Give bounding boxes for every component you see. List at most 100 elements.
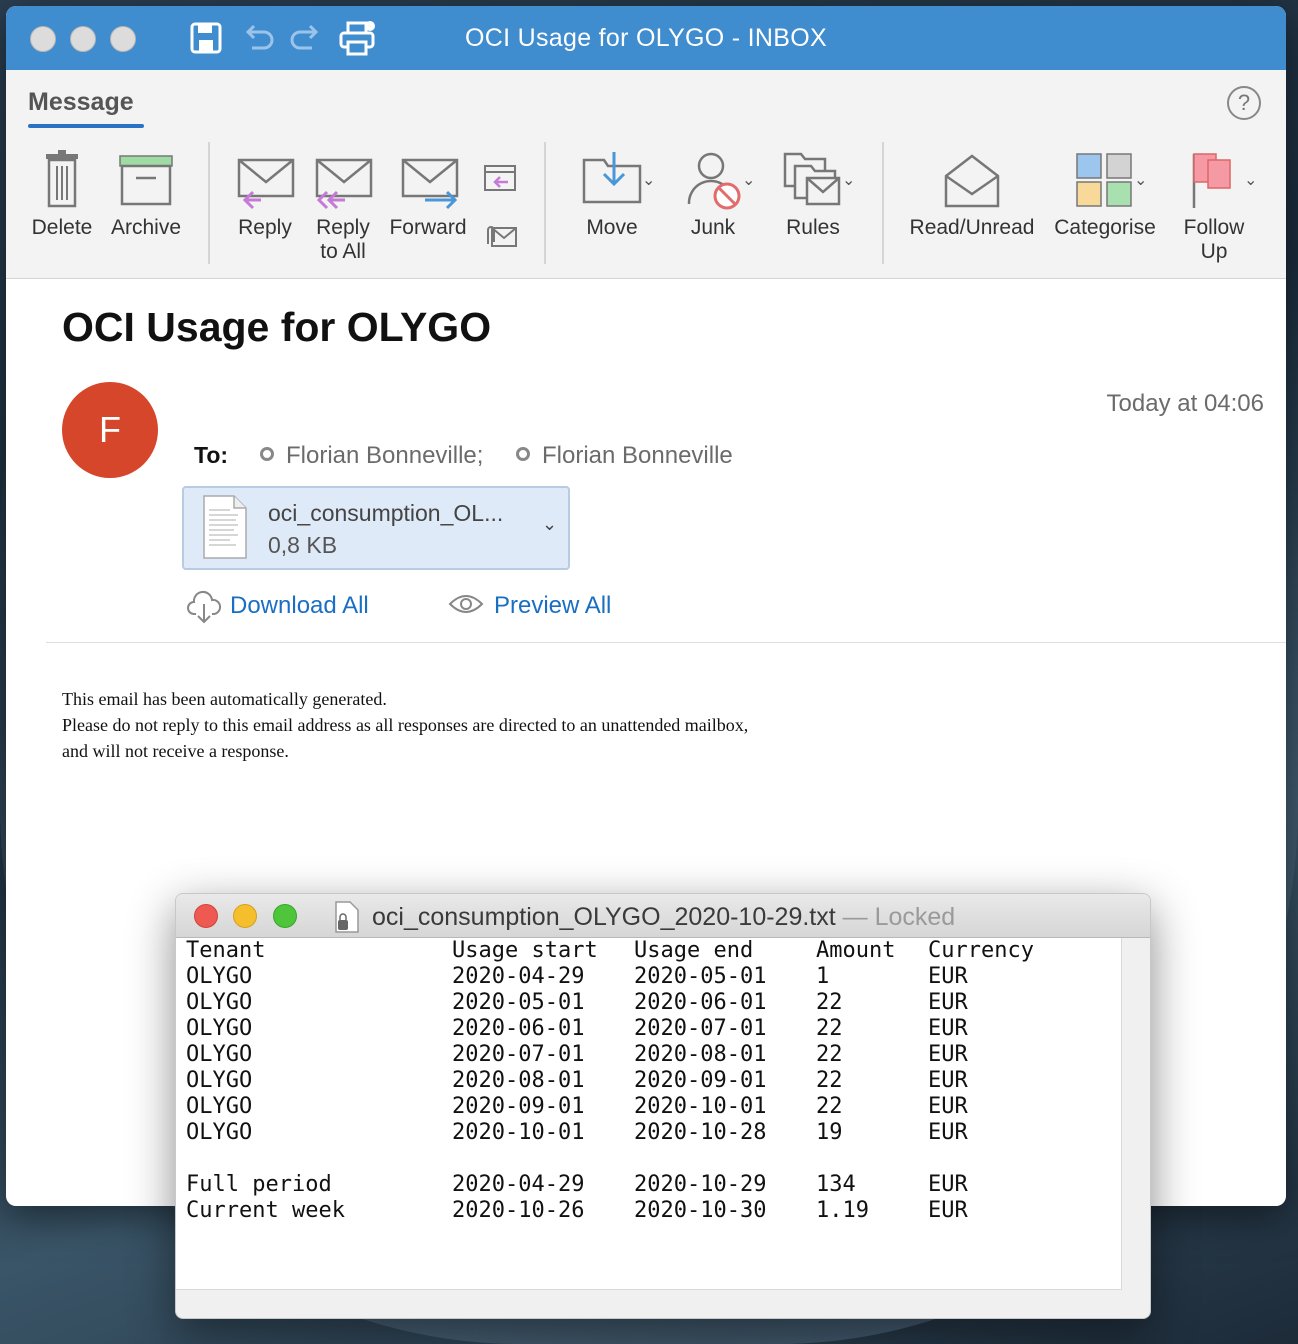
summary-row: Current week 2020-10-26 2020-10-30 1.19 EUR xyxy=(186,1198,1068,1224)
table-cell: 22 xyxy=(816,1042,843,1067)
table-cell: OLYGO xyxy=(186,1042,253,1067)
table-cell: OLYGO xyxy=(186,1120,253,1145)
move-button[interactable]: Move xyxy=(568,150,656,240)
table-cell: EUR xyxy=(928,1120,968,1145)
attachment-menu-chevron-icon[interactable]: ⌄ xyxy=(542,514,557,535)
download-all-link[interactable]: Download All xyxy=(230,592,369,620)
to-label: To: xyxy=(194,442,229,468)
table-cell: 2020-10-01 xyxy=(634,1094,767,1119)
recipient-name: Florian Bonneville xyxy=(542,442,733,469)
body-line: and will not receive a response. xyxy=(62,741,289,761)
attachment-card[interactable]: oci_consumption_OL... 0,8 KB ⌄ xyxy=(182,486,570,570)
table-row: OLYGO 2020-04-29 2020-05-01 1 EUR xyxy=(186,964,1068,990)
table-cell: Usage start xyxy=(452,938,598,963)
header-divider xyxy=(46,642,1286,643)
rules-dropdown-chevron-icon[interactable]: ⌄ xyxy=(842,170,855,190)
ribbon-separator xyxy=(882,142,884,264)
reply-all-label-1: Reply xyxy=(316,216,370,239)
table-cell: 1 xyxy=(816,964,830,989)
categorise-dropdown-chevron-icon[interactable]: ⌄ xyxy=(1134,170,1147,190)
recipient-1[interactable]: Florian Bonneville; xyxy=(260,442,483,470)
table-cell: 2020-04-29 xyxy=(452,1172,585,1197)
window-title: OCI Usage for OLYGO - INBOX xyxy=(465,24,827,52)
message-body: This email has been automatically genera… xyxy=(62,686,748,764)
table-cell: Currency xyxy=(928,938,1034,963)
table-cell: 2020-10-28 xyxy=(634,1120,767,1145)
meeting-reply-icon[interactable] xyxy=(482,160,518,194)
archive-icon xyxy=(119,155,173,206)
rules-button[interactable]: Rules xyxy=(770,150,856,240)
table-cell: 19 xyxy=(816,1120,843,1145)
move-dropdown-chevron-icon[interactable]: ⌄ xyxy=(642,170,655,190)
recipient-2[interactable]: Florian Bonneville xyxy=(516,442,733,470)
body-line: This email has been automatically genera… xyxy=(62,689,387,709)
table-cell: OLYGO xyxy=(186,1068,253,1093)
help-button[interactable]: ? xyxy=(1227,86,1261,120)
quicklook-preview-window: oci_consumption_OLYGO_2020-10-29.txt — L… xyxy=(175,893,1151,1319)
presence-dot-icon xyxy=(260,447,274,461)
table-cell: OLYGO xyxy=(186,964,253,989)
window-titlebar: OCI Usage for OLYGO - INBOX xyxy=(6,6,1286,70)
preview-lock-status: — Locked xyxy=(835,903,956,931)
table-cell: 2020-09-01 xyxy=(634,1068,767,1093)
table-cell: 2020-06-01 xyxy=(452,1016,585,1041)
table-cell: 22 xyxy=(816,1016,843,1041)
move-label: Move xyxy=(586,216,638,239)
read-unread-button[interactable]: Read/Unread xyxy=(906,150,1038,240)
preview-title: oci_consumption_OLYGO_2020-10-29.txt — L… xyxy=(372,903,955,932)
cloud-download-icon[interactable] xyxy=(186,588,222,624)
forward-button[interactable]: Forward xyxy=(386,150,470,240)
table-row: OLYGO 2020-10-01 2020-10-28 19 EUR xyxy=(186,1120,1068,1146)
table-row: OLYGO 2020-07-01 2020-08-01 22 EUR xyxy=(186,1042,1068,1068)
follow-up-flag-icon xyxy=(1192,153,1231,208)
text-file-icon xyxy=(203,495,247,559)
table-cell: 2020-08-01 xyxy=(452,1068,585,1093)
follow-up-dropdown-chevron-icon[interactable]: ⌄ xyxy=(1244,170,1257,190)
table-cell: 2020-09-01 xyxy=(452,1094,585,1119)
forward-icon xyxy=(401,158,459,210)
table-cell: EUR xyxy=(928,1042,968,1067)
table-cell: Full period xyxy=(186,1172,332,1197)
table-cell: EUR xyxy=(928,964,968,989)
tab-underline xyxy=(28,124,144,128)
sender-avatar[interactable]: F xyxy=(62,382,158,478)
archive-button[interactable]: Archive xyxy=(108,150,184,240)
categorise-label: Categorise xyxy=(1054,216,1156,239)
table-cell: EUR xyxy=(928,1094,968,1119)
attach-forward-icon[interactable] xyxy=(482,222,518,252)
eye-icon[interactable] xyxy=(448,592,484,616)
preview-titlebar: oci_consumption_OLYGO_2020-10-29.txt — L… xyxy=(176,894,1150,938)
junk-label: Junk xyxy=(690,216,736,239)
preview-all-link[interactable]: Preview All xyxy=(494,592,611,620)
delete-button[interactable]: Delete xyxy=(28,150,96,240)
table-cell: OLYGO xyxy=(186,1016,253,1041)
table-cell: 2020-07-01 xyxy=(452,1042,585,1067)
reply-button[interactable]: Reply xyxy=(230,150,300,240)
table-row: OLYGO 2020-09-01 2020-10-01 22 EUR xyxy=(186,1094,1068,1120)
attachment-size: 0,8 KB xyxy=(268,532,338,558)
preview-close-button[interactable] xyxy=(194,904,218,928)
table-cell: 22 xyxy=(816,1068,843,1093)
preview-minimize-button[interactable] xyxy=(233,904,257,928)
table-cell: OLYGO xyxy=(186,990,253,1015)
junk-button[interactable]: Junk xyxy=(670,150,756,240)
reply-all-icon xyxy=(315,158,373,210)
follow-up-label-1: Follow xyxy=(1183,216,1245,239)
table-cell: Amount xyxy=(816,938,896,963)
table-cell: EUR xyxy=(928,990,968,1015)
follow-up-button[interactable]: Follow Up xyxy=(1174,150,1254,264)
archive-label: Archive xyxy=(110,216,182,239)
ribbon-toolbar: Message ? Delete Archive Reply Reply to … xyxy=(6,70,1286,279)
table-row: OLYGO 2020-06-01 2020-07-01 22 EUR xyxy=(186,1016,1068,1042)
table-row: OLYGO 2020-05-01 2020-06-01 22 EUR xyxy=(186,990,1068,1016)
table-cell: 2020-08-01 xyxy=(634,1042,767,1067)
preview-text-content: Tenant Usage start Usage end Amount Currency… xyxy=(176,938,1122,1290)
presence-dot-icon xyxy=(516,447,530,461)
preview-zoom-button[interactable] xyxy=(273,904,297,928)
reply-all-button[interactable]: Reply to All xyxy=(308,150,378,264)
categorise-button[interactable]: Categorise xyxy=(1046,150,1164,240)
junk-dropdown-chevron-icon[interactable]: ⌄ xyxy=(742,170,755,190)
tab-message[interactable]: Message xyxy=(28,88,134,117)
table-cell: 134 xyxy=(816,1172,856,1197)
